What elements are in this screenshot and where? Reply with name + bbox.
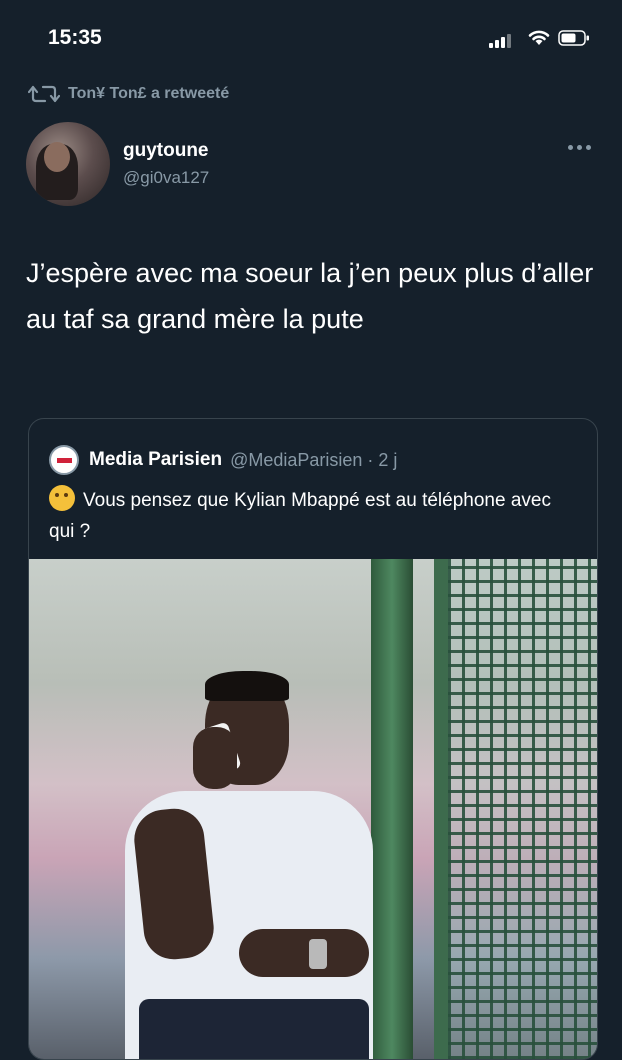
- photo-person-shorts: [139, 999, 369, 1059]
- quoted-tweet-photo[interactable]: [29, 559, 597, 1059]
- quoted-tweet-text-container: Vous pensez que Kylian Mbappé est au tél…: [49, 485, 579, 547]
- photo-watch: [309, 939, 327, 969]
- wifi-icon: [528, 30, 550, 45]
- photo-fence: [434, 559, 597, 1059]
- retweet-label: Ton¥ Ton£ a retweeté: [68, 85, 230, 102]
- more-options-icon[interactable]: [566, 142, 594, 152]
- photo-person-forearm: [239, 929, 369, 977]
- quoted-tweet[interactable]: Media Parisien @MediaParisien · 2 j Vous…: [28, 418, 598, 1060]
- author-display-name[interactable]: guytoune: [123, 140, 209, 162]
- quoted-author-name: Media Parisien: [89, 449, 223, 470]
- retweet-icon: [28, 85, 60, 103]
- author-avatar[interactable]: [26, 122, 110, 206]
- photo-fence-post: [434, 559, 448, 1059]
- photo-person-hand: [193, 727, 237, 789]
- status-time: 15:35: [48, 26, 102, 49]
- photo-pole: [371, 559, 413, 1059]
- status-bar: 15:35: [0, 0, 622, 72]
- cellular-signal-icon: [489, 33, 517, 48]
- quoted-author-handle-time: @MediaParisien · 2 j: [230, 449, 398, 470]
- quoted-tweet-header: Media Parisien @MediaParisien · 2 j: [49, 445, 397, 475]
- quoted-tweet-text: Vous pensez que Kylian Mbappé est au tél…: [49, 490, 551, 542]
- battery-icon: [558, 30, 589, 46]
- author-handle[interactable]: @gi0va127: [123, 168, 209, 188]
- thinking-face-emoji-icon: [49, 485, 75, 511]
- photo-person-hair: [205, 671, 289, 701]
- quoted-author-avatar: [49, 445, 79, 475]
- retweet-context[interactable]: Ton¥ Ton£ a retweeté: [28, 82, 229, 106]
- tweet-text: J’espère avec ma soeur la j’en peux plus…: [26, 258, 594, 334]
